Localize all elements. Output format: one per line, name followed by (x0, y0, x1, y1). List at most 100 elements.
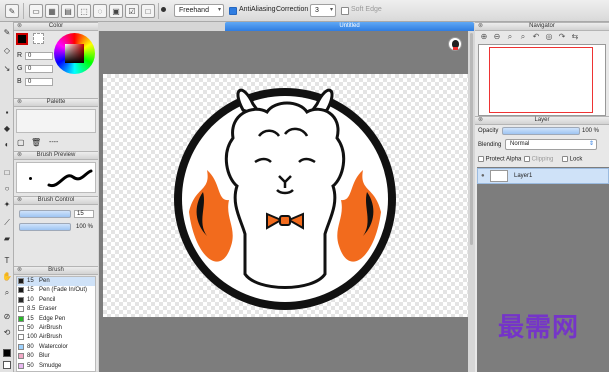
brush-color-swatch (18, 325, 24, 331)
rotate-reset-icon[interactable]: ◎ (544, 32, 554, 42)
lock-option[interactable]: Lock (562, 156, 582, 163)
zoom-fit-icon[interactable]: ⌕ (505, 32, 515, 42)
g-field[interactable]: 0 (25, 65, 53, 73)
brush-size: 10 (27, 296, 34, 303)
brush-item[interactable]: 15 Edge Pen (17, 315, 95, 324)
brush-color-swatch (18, 343, 24, 350)
brush-color-swatch (18, 315, 24, 322)
rotate-right-icon[interactable]: ↷ (557, 32, 567, 42)
stroke-mode-select[interactable]: Freehand ▾ (174, 4, 224, 17)
color-square[interactable] (65, 44, 84, 63)
brush-item[interactable]: 10 Pencil (17, 296, 95, 305)
square-icon[interactable]: □ (141, 4, 155, 18)
move-icon[interactable]: ↘ (2, 64, 12, 74)
blending-select[interactable]: Normal ⇕ (505, 139, 597, 150)
brush-size: 15 (27, 315, 34, 322)
zoom-icon[interactable]: ⌕ (2, 288, 12, 298)
protect-alpha-option[interactable]: Protect Alpha (478, 156, 521, 163)
brush-size: 50 (27, 325, 34, 331)
brush-name: Watercolor (39, 343, 68, 350)
hand-icon[interactable]: ✋ (2, 272, 12, 282)
zoom-in-icon[interactable]: ⊕ (479, 32, 489, 42)
pen-icon[interactable]: ✎ (2, 28, 12, 38)
navigator-preview[interactable] (478, 44, 606, 116)
brush-name: Pen (Fade In/Out) (39, 287, 88, 294)
fg-color-swatch[interactable] (3, 349, 11, 357)
grid-view-icon[interactable]: ▦ (45, 4, 59, 18)
r-label: R (17, 52, 23, 59)
brush-item[interactable]: 50 Smudge (17, 362, 95, 371)
layer-row[interactable]: ● Layer1 (477, 168, 609, 184)
picker-icon[interactable]: ⊘ (2, 312, 12, 322)
fill-icon[interactable]: ◆ (2, 124, 12, 134)
canvas-scroll-thumb[interactable] (470, 33, 473, 245)
eyedropper-icon[interactable]: ⟋ (2, 218, 12, 228)
navigator-header: ⊗ Navigator (475, 22, 609, 31)
check-icon[interactable]: ☑ (125, 4, 139, 18)
brush-item[interactable]: 100 AirBrush (17, 333, 95, 342)
rotate-icon[interactable]: ⟲ (2, 328, 12, 338)
eraser-icon[interactable]: ◇ (2, 46, 12, 56)
brush-item[interactable]: 8.5 Eraser (17, 305, 95, 314)
antialiasing-checkbox[interactable] (229, 7, 237, 15)
document-tab[interactable]: Untitled (225, 22, 474, 31)
zoom-actual-icon[interactable]: ⌕ (518, 32, 528, 42)
brush-size-slider[interactable] (19, 210, 71, 218)
layer-opacity-slider[interactable] (502, 127, 580, 135)
soft-edge-checkbox[interactable] (341, 7, 349, 15)
bg-color-chip[interactable] (33, 33, 44, 44)
bg-color-swatch[interactable] (3, 361, 11, 369)
bucket-icon[interactable]: ▰ (2, 234, 12, 244)
new-palette-icon[interactable]: ▢ (17, 138, 25, 147)
r-field[interactable]: 0 (25, 52, 53, 60)
delete-palette-icon[interactable]: 🗑 (31, 138, 41, 147)
grid-dense-icon[interactable]: ▤ (61, 4, 75, 18)
gradient-icon[interactable]: ◐ (2, 140, 12, 150)
layer-visibility-icon[interactable]: ● (481, 173, 485, 179)
zoom-out-icon[interactable]: ⊖ (492, 32, 502, 42)
text-icon[interactable]: T (2, 256, 12, 266)
bowtie-knot (279, 215, 291, 226)
brush-size-field[interactable]: 15 (74, 210, 94, 218)
brush-stroke-preview (47, 169, 93, 188)
palette-swatches[interactable] (16, 109, 96, 133)
opacity-label: Opacity (478, 128, 499, 134)
flip-icon[interactable]: ⇆ (570, 32, 580, 42)
brush-panel-header: ⊗ Brush (14, 266, 98, 275)
alpaca-artwork (174, 88, 396, 310)
avatar-icon[interactable] (448, 37, 462, 51)
brush-size: 15 (27, 287, 34, 294)
blending-label: Blending (478, 142, 502, 148)
wand-icon[interactable]: ✦ (2, 200, 12, 210)
correction-select[interactable]: 3 ▾ (310, 4, 336, 17)
navigator-viewport[interactable] (489, 47, 593, 113)
current-color-swatch[interactable] (16, 33, 28, 45)
g-label: G (17, 65, 23, 72)
brush-item[interactable]: 15 Pen (Fade In/Out) (17, 286, 95, 295)
brush-control-header: ⊗ Brush Control (14, 196, 98, 205)
brush-item[interactable]: 80 Watercolor (17, 343, 95, 352)
select-icon[interactable]: ▪ (2, 108, 12, 118)
separator (158, 3, 159, 19)
pen-tool-icon[interactable]: ✎ (5, 4, 19, 18)
palette-more[interactable]: ---- (49, 139, 58, 146)
dotted-select-icon[interactable]: ⬚ (77, 4, 91, 18)
brush-item[interactable]: 50 AirBrush (17, 324, 95, 333)
image-icon[interactable]: ▣ (109, 4, 123, 18)
brush-item[interactable]: 15 Pen (17, 277, 95, 286)
brush-name: Eraser (39, 306, 57, 313)
brush-dot-icon[interactable] (161, 7, 166, 12)
brush-color-swatch (18, 296, 24, 303)
b-field[interactable]: 0 (25, 78, 53, 86)
brush-item[interactable]: 80 Blur (17, 352, 95, 361)
drawing-canvas[interactable] (103, 74, 469, 317)
lasso-tool-icon[interactable]: ○ (2, 184, 12, 194)
clipping-option[interactable]: Clipping (524, 156, 553, 163)
rect-select-tool-icon[interactable]: □ (2, 168, 12, 178)
lasso-icon[interactable]: ◌ (93, 4, 107, 18)
color-wheel[interactable] (54, 33, 95, 74)
rect-select-icon[interactable]: ▭ (29, 4, 43, 18)
brush-preview-area (16, 162, 96, 193)
brush-opacity-slider[interactable] (19, 223, 71, 231)
rotate-left-icon[interactable]: ↶ (531, 32, 541, 42)
